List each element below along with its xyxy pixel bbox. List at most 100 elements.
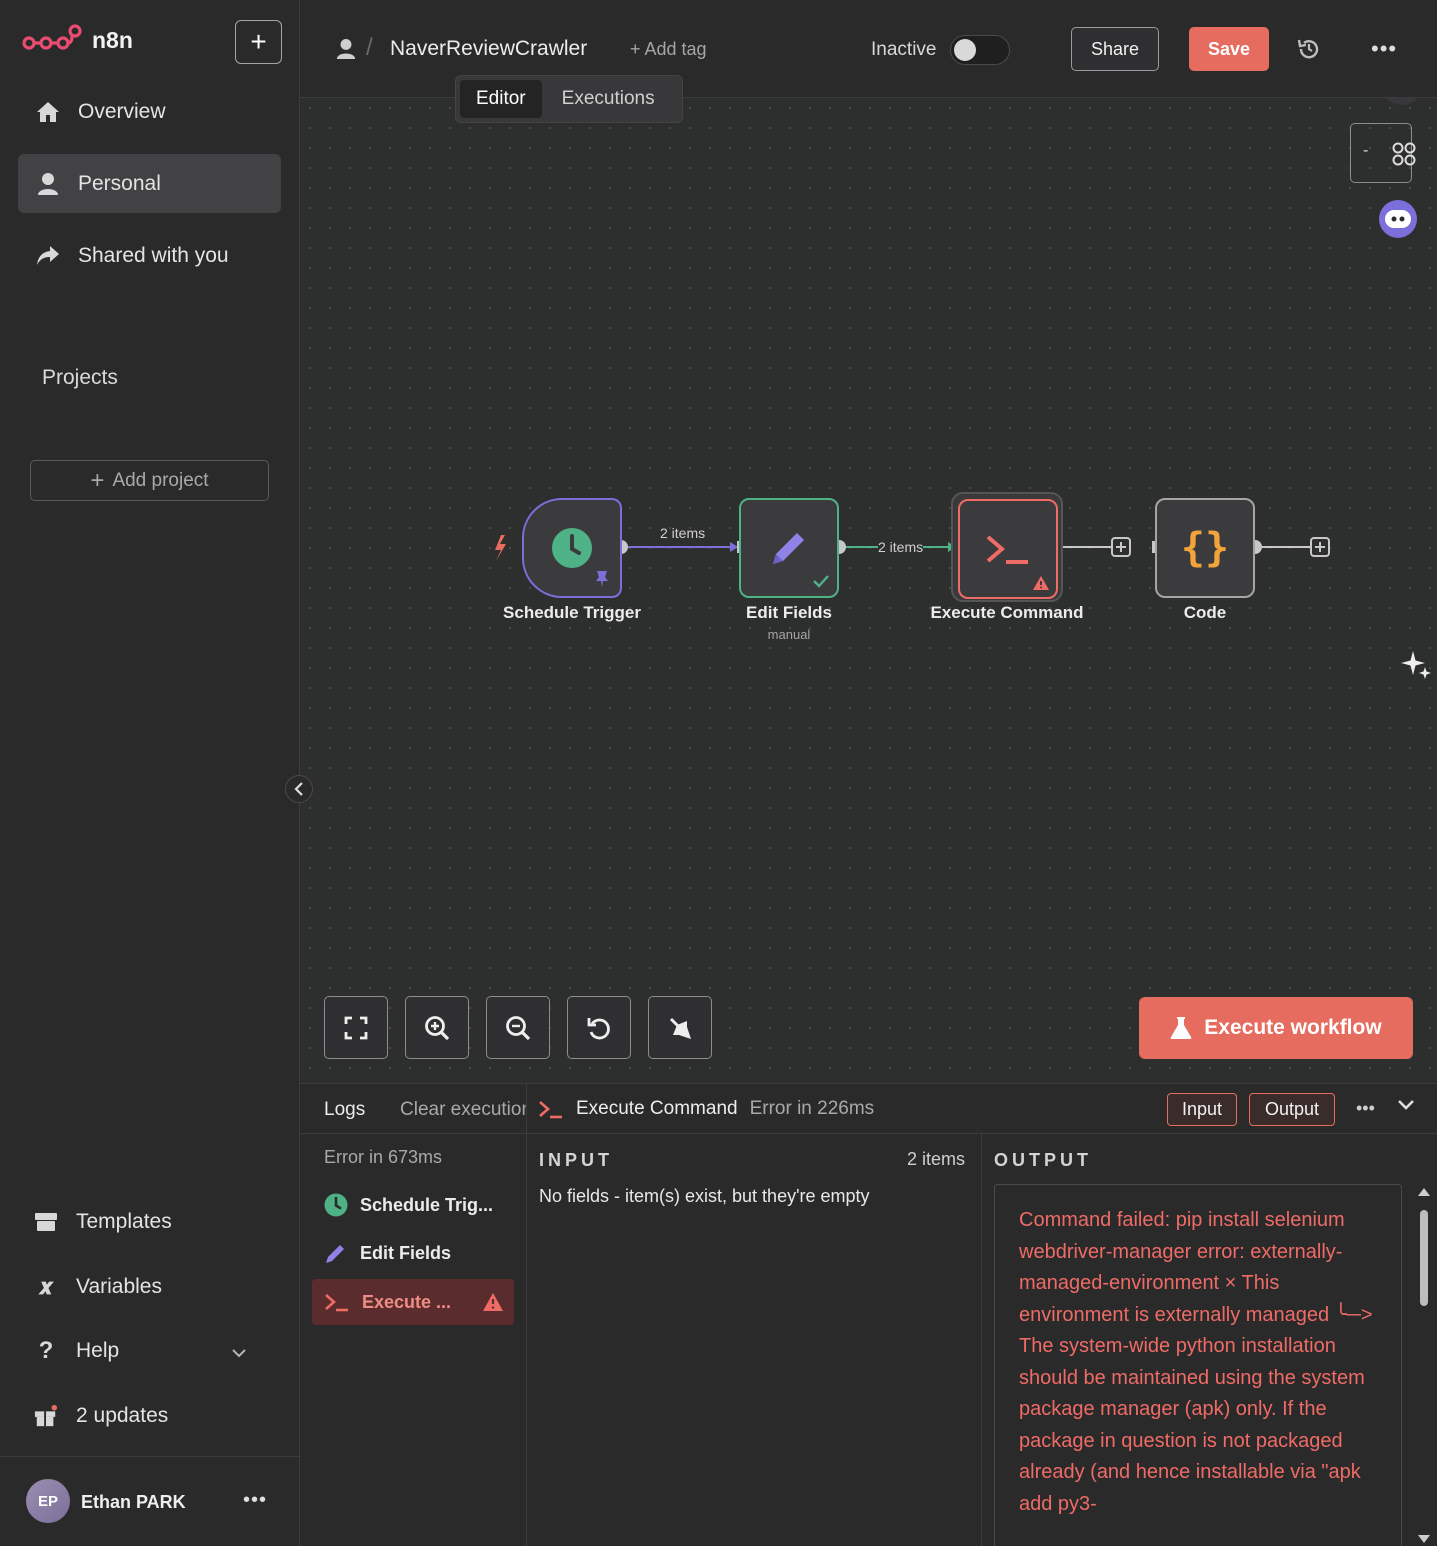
terminal-icon — [539, 1101, 562, 1119]
broom-icon — [669, 1017, 691, 1039]
save-button[interactable]: Save — [1189, 27, 1269, 71]
fit-view-button[interactable] — [324, 996, 388, 1059]
node-label: Schedule Trigger — [503, 603, 641, 622]
input-toggle-button[interactable]: Input — [1167, 1093, 1237, 1126]
grid-icon[interactable] — [1382, 134, 1426, 174]
log-item-schedule-trigger[interactable]: Schedule Trig... — [312, 1182, 514, 1228]
user-name: Ethan PARK — [81, 1492, 186, 1512]
log-item-execute-command[interactable]: Execute ... — [312, 1279, 514, 1325]
selected-node-name: Execute Command — [576, 1098, 738, 1119]
zoom-out-icon — [506, 1015, 531, 1040]
nav-personal[interactable]: Personal — [18, 154, 281, 213]
log-item-label: Schedule Trig... — [360, 1194, 494, 1215]
node-edit-fields[interactable] — [739, 498, 839, 598]
terminal-icon — [986, 535, 1028, 564]
workflow-canvas[interactable]: 2 items 2 items Schedule Trigger Edit Fi… — [300, 98, 1437, 1083]
templates-icon — [34, 1210, 58, 1234]
zoom-out-button[interactable] — [486, 996, 550, 1059]
input-empty-message: No fields - item(s) exist, but they're e… — [539, 1186, 870, 1206]
panel-more-button[interactable]: ••• — [1356, 1098, 1375, 1119]
terminal-icon — [325, 1294, 348, 1312]
clock-icon — [552, 528, 592, 568]
zoom-in-icon — [425, 1015, 450, 1040]
gift-icon — [34, 1404, 58, 1428]
user-icon[interactable] — [336, 38, 356, 65]
user-row: EP Ethan PARK ••• — [0, 1456, 300, 1546]
nav-shared-with-you[interactable]: Shared with you — [18, 226, 281, 285]
app-root: n8n + Overview Personal Shared with you … — [0, 0, 1437, 1546]
tab-executions[interactable]: Executions — [546, 80, 671, 118]
add-tag-button[interactable]: + Add tag — [630, 39, 707, 60]
log-item-label: Edit Fields — [360, 1242, 452, 1263]
warning-icon — [483, 1293, 503, 1311]
node-schedule-trigger[interactable] — [522, 498, 622, 598]
nav-label: Overview — [78, 99, 166, 123]
nav-updates[interactable]: 2 updates — [34, 1404, 168, 1428]
nav-label: Templates — [76, 1210, 172, 1233]
active-toggle[interactable] — [950, 35, 1010, 65]
history-icon[interactable] — [1296, 36, 1322, 67]
edge-item-count: 2 items — [660, 525, 706, 541]
pencil-icon — [773, 533, 804, 564]
nav-overview[interactable]: Overview — [18, 82, 281, 141]
nav-templates[interactable]: Templates — [34, 1210, 172, 1234]
chevron-down-icon[interactable] — [1397, 1098, 1415, 1116]
share-icon — [36, 244, 60, 268]
node-code[interactable]: {} — [1155, 498, 1255, 598]
clear-execution-button[interactable]: Clear execution — [394, 1099, 526, 1121]
trigger-bolt-icon — [495, 535, 506, 561]
logs-panel-header: Logs Clear execution Execute Command Err… — [300, 1084, 1437, 1134]
nav-help[interactable]: ? Help — [34, 1337, 120, 1364]
add-project-button[interactable]: + Add project — [30, 460, 269, 501]
breadcrumb-separator: / — [366, 34, 373, 61]
assistant-bot-icon[interactable] — [1379, 200, 1417, 238]
n8n-logo[interactable]: n8n — [22, 24, 133, 56]
avatar[interactable]: EP — [26, 1479, 70, 1523]
add-project-label: Add project — [112, 469, 209, 491]
node-label: Edit Fields — [746, 603, 832, 622]
check-icon — [813, 575, 829, 588]
sparkles-icon[interactable] — [1400, 648, 1432, 680]
home-icon — [36, 100, 60, 124]
node-label: Code — [1183, 603, 1227, 622]
tab-editor[interactable]: Editor — [460, 80, 542, 118]
collapse-sidebar-button[interactable] — [285, 775, 313, 803]
chevron-down-icon[interactable] — [232, 1345, 246, 1361]
input-section-label: INPUT — [539, 1150, 613, 1170]
clear-execution-label: Clear execution — [400, 1099, 526, 1120]
active-status-label: Inactive — [871, 39, 937, 60]
fullscreen-icon — [344, 1016, 368, 1039]
input-item-count: 2 items — [907, 1149, 966, 1169]
zoom-in-button[interactable] — [405, 996, 469, 1059]
canvas-connections — [495, 535, 1330, 561]
node-subtitle: manual — [767, 627, 811, 642]
n8n-logo-icon — [22, 24, 82, 50]
user-icon — [36, 172, 60, 196]
node-execute-command[interactable] — [958, 499, 1058, 599]
pencil-icon — [326, 1245, 344, 1263]
create-new-button[interactable]: + — [235, 20, 282, 64]
user-menu-button[interactable]: ••• — [243, 1489, 267, 1512]
nav-label: Help — [76, 1339, 120, 1362]
workflow-more-button[interactable]: ••• — [1371, 36, 1397, 62]
node-execute-command-selection — [951, 492, 1063, 602]
output-section-label: OUTPUT — [994, 1150, 1092, 1170]
log-item-label: Execute ... — [362, 1291, 452, 1312]
node-label: Execute Command — [930, 603, 1084, 622]
workflow-name[interactable]: NaverReviewCrawler — [390, 37, 587, 61]
app-name: n8n — [92, 26, 133, 53]
nav-label: Personal — [78, 171, 161, 195]
chevron-left-icon — [294, 782, 303, 796]
reset-zoom-button[interactable] — [567, 996, 631, 1059]
tidy-up-button[interactable] — [648, 996, 712, 1059]
output-scrollbar[interactable] — [1416, 1184, 1432, 1546]
output-toggle-button[interactable]: Output — [1249, 1093, 1335, 1126]
selected-node-status: Error in 226ms — [749, 1098, 875, 1119]
plus-icon: + — [250, 26, 267, 57]
share-button[interactable]: Share — [1071, 27, 1159, 71]
plus-icon: - — [1363, 142, 1369, 159]
execution-status: Error in 673ms — [324, 1147, 443, 1167]
log-item-edit-fields[interactable]: Edit Fields — [312, 1230, 514, 1276]
execute-workflow-button[interactable]: Execute workflow — [1139, 997, 1413, 1059]
nav-variables[interactable]: 𝒙 Variables — [34, 1274, 162, 1299]
